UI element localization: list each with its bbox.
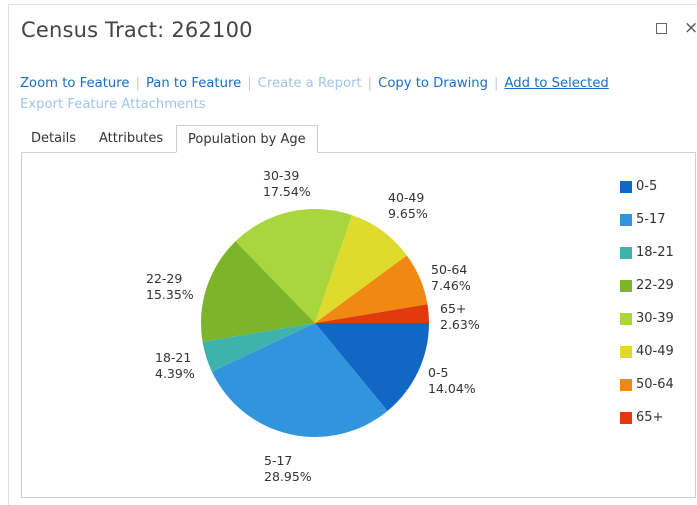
pie-label-30-39: 30-39 17.54% (263, 168, 311, 200)
pie-label-category: 65+ (440, 301, 467, 316)
close-icon[interactable]: × (684, 18, 697, 38)
tab-attributes[interactable]: Attributes (99, 125, 163, 153)
export-attachments-link: Export Feature Attachments (20, 97, 206, 112)
legend-swatch (620, 313, 632, 325)
pie-label-percent: 15.35% (146, 287, 194, 302)
pie-label-18-21: 18-21 4.39% (155, 350, 195, 382)
pie-label-40-49: 40-49 9.65% (388, 190, 428, 222)
zoom-to-feature-link[interactable]: Zoom to Feature (20, 76, 129, 91)
legend-label: 18-21 (636, 245, 674, 260)
pie-label-percent: 9.65% (388, 206, 428, 221)
pie-label-percent: 2.63% (440, 317, 480, 332)
legend-label: 40-49 (636, 344, 674, 359)
population-chart-panel: 0-5 14.04% 5-17 28.95% 18-21 4.39% 22-29 15.35%… (21, 152, 696, 498)
legend-swatch (620, 346, 632, 358)
legend-label: 22-29 (636, 278, 674, 293)
maximize-icon[interactable] (656, 23, 667, 34)
legend-label: 0-5 (636, 179, 658, 194)
legend-label: 30-39 (636, 311, 674, 326)
legend-label: 5-17 (636, 212, 666, 227)
tab-details[interactable]: Details (31, 125, 76, 153)
pie-label-50-64: 50-64 7.46% (431, 262, 471, 294)
legend-label: 65+ (636, 410, 664, 425)
action-separator: | (367, 76, 373, 91)
legend-swatch (620, 412, 632, 424)
pie-label-category: 40-49 (388, 190, 425, 205)
action-separator: | (494, 76, 499, 91)
legend-swatch (620, 280, 632, 292)
tab-population-by-age[interactable]: Population by Age (176, 125, 318, 153)
pan-to-feature-link[interactable]: Pan to Feature (146, 76, 241, 91)
pie-label-category: 5-17 (264, 453, 293, 468)
popup-title: Census Tract: 262100 (21, 18, 253, 42)
pie-label-22-29: 22-29 15.35% (146, 271, 194, 303)
action-separator: | (247, 76, 252, 91)
action-separator: | (135, 76, 140, 91)
legend-swatch (620, 214, 632, 226)
pie-label-5-17: 5-17 28.95% (264, 453, 312, 485)
add-to-selected-link[interactable]: Add to Selected (504, 76, 608, 91)
legend-swatch (620, 247, 632, 259)
pie-label-65plus: 65+ 2.63% (440, 301, 480, 333)
feature-actions: Zoom to Feature | Pan to Feature | Create a … (20, 73, 690, 115)
pie-label-percent: 4.39% (155, 366, 195, 381)
pie-label-category: 22-29 (146, 271, 183, 286)
copy-to-drawing-link[interactable]: Copy to Drawing (378, 76, 488, 91)
pie-label-0-5: 0-5 14.04% (428, 365, 476, 397)
create-report-link: Create a Report (257, 76, 362, 91)
legend-swatch (620, 379, 632, 391)
pie-label-category: 18-21 (155, 350, 192, 365)
pie-label-percent: 17.54% (263, 184, 311, 199)
pie-label-category: 50-64 (431, 262, 468, 277)
feature-popup: Census Tract: 262100 × Zoom to Feature | P… (8, 4, 697, 505)
pie-label-percent: 7.46% (431, 278, 471, 293)
pie-label-category: 0-5 (428, 365, 449, 380)
pie-label-category: 30-39 (263, 168, 300, 183)
pie-label-percent: 28.95% (264, 469, 312, 484)
pie-label-percent: 14.04% (428, 381, 476, 396)
legend-swatch (620, 181, 632, 193)
pie-chart (201, 209, 429, 437)
legend-label: 50-64 (636, 377, 674, 392)
